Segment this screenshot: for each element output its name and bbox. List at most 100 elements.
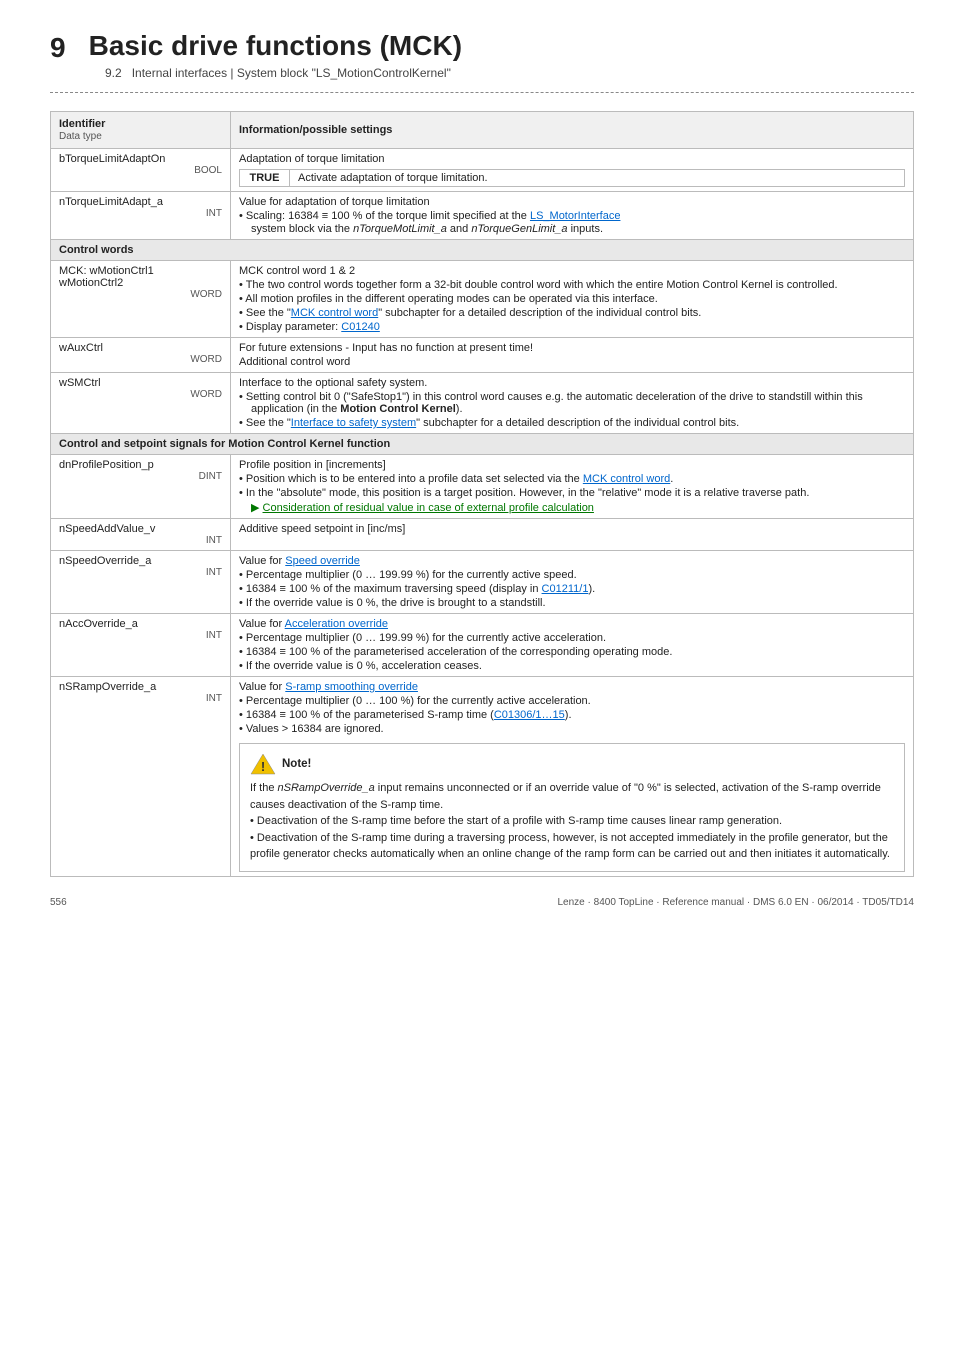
sub-heading-text: Internal interfaces | System block "LS_M…: [132, 66, 451, 80]
identifier-cell: nAccOverride_aINT: [51, 614, 231, 677]
inline-link[interactable]: MCK control word: [291, 307, 378, 319]
identifier-cell: MCK: wMotionCtrl1wMotionCtrl2WORD: [51, 261, 231, 338]
inline-link[interactable]: C01306/1…15: [494, 709, 565, 721]
table-header-row: Identifier Data type Information/possibl…: [51, 112, 914, 149]
bullet-item: • Values > 16384 are ignored.: [239, 723, 905, 735]
identifier-cell: wSMCtrlWORD: [51, 373, 231, 434]
info-title: Value for S-ramp smoothing override: [239, 681, 905, 693]
link-bullet-link[interactable]: Consideration of residual value in case …: [263, 502, 594, 514]
bullet-item: • In the "absolute" mode, this position …: [239, 487, 905, 499]
bullet-item: • Percentage multiplier (0 … 199.99 %) f…: [239, 569, 905, 581]
info-title: For future extensions - Input has no fun…: [239, 342, 905, 354]
table-row: bTorqueLimitAdaptOnBOOL Adaptation of tor…: [51, 149, 914, 192]
identifier-cell: dnProfilePosition_pDINT: [51, 455, 231, 519]
true-value: Activate adaptation of torque limitation…: [290, 170, 905, 187]
identifier-name: nSpeedAddValue_v: [59, 523, 155, 535]
section-label: Control and setpoint signals for Motion …: [51, 434, 914, 455]
table-row: nSpeedOverride_aINT Value for Speed over…: [51, 551, 914, 614]
link-bullet-item: ▶ Consideration of residual value in cas…: [239, 501, 905, 514]
info-cell: Additive speed setpoint in [inc/ms]: [231, 519, 914, 551]
identifier-cell: nSpeedAddValue_vINT: [51, 519, 231, 551]
italic-text: nTorqueGenLimit_a: [471, 223, 567, 235]
info-title: Adaptation of torque limitation: [239, 153, 905, 165]
identifier-name: nSRampOverride_a: [59, 681, 156, 693]
warning-icon: !: [250, 752, 276, 776]
true-row: TRUEActivate adaptation of torque limita…: [240, 170, 905, 187]
bullet-item: • Display parameter: C01240: [239, 321, 905, 333]
section-divider: [50, 92, 914, 93]
inline-link[interactable]: C01211/1: [542, 583, 589, 595]
bullet-item: • The two control words together form a …: [239, 279, 905, 291]
data-type: INT: [59, 535, 222, 546]
identifier-cell: nSRampOverride_aINT: [51, 677, 231, 877]
chapter-title: Basic drive functions (MCK): [89, 30, 462, 62]
data-type: WORD: [59, 354, 222, 365]
info-cell: MCK control word 1 & 2 • The two control…: [231, 261, 914, 338]
bullet-item: • Scaling: 16384 ≡ 100 % of the torque l…: [239, 210, 905, 222]
bullet-item: • 16384 ≡ 100 % of the maximum traversin…: [239, 583, 905, 595]
page-header: 9 Basic drive functions (MCK) 9.2 Intern…: [50, 30, 914, 80]
identifier-name: nTorqueLimitAdapt_a: [59, 196, 163, 208]
info-title: Interface to the optional safety system.: [239, 377, 905, 389]
info-cell: Value for S-ramp smoothing override • Pe…: [231, 677, 914, 877]
bullet-item: • If the override value is 0 %, the driv…: [239, 597, 905, 609]
bullet-item: • All motion profiles in the different o…: [239, 293, 905, 305]
note-title: Note!: [282, 758, 311, 770]
bullet-item: • See the "Interface to safety system" s…: [239, 417, 905, 429]
table-row: nSRampOverride_aINT Value for S-ramp smo…: [51, 677, 914, 877]
table-row: nTorqueLimitAdapt_aINT Value for adaptat…: [51, 192, 914, 240]
bullet-item: • 16384 ≡ 100 % of the parameterised acc…: [239, 646, 905, 658]
identifier-name: bTorqueLimitAdaptOn: [59, 153, 165, 165]
info-link[interactable]: S-ramp smoothing override: [285, 681, 418, 693]
info-cell: Value for Acceleration override • Percen…: [231, 614, 914, 677]
data-type: INT: [59, 208, 222, 219]
info-cell: Value for adaptation of torque limitatio…: [231, 192, 914, 240]
info-title: Value for Acceleration override: [239, 618, 905, 630]
page-number: 556: [50, 897, 67, 908]
page-footer: 556 Lenze · 8400 TopLine · Reference man…: [50, 897, 914, 908]
bullet-item: • Percentage multiplier (0 … 100 %) for …: [239, 695, 905, 707]
section-label: Control words: [51, 240, 914, 261]
svg-text:!: !: [261, 759, 265, 774]
identifier-cell: bTorqueLimitAdaptOnBOOL: [51, 149, 231, 192]
info-title: Profile position in [increments]: [239, 459, 905, 471]
data-type: INT: [59, 693, 222, 704]
table-row: dnProfilePosition_pDINT Profile position…: [51, 455, 914, 519]
inline-link[interactable]: Interface to safety system: [291, 417, 416, 429]
main-table: Identifier Data type Information/possibl…: [50, 111, 914, 877]
table-row: wSMCtrlWORD Interface to the optional sa…: [51, 373, 914, 434]
section-header-row: Control words: [51, 240, 914, 261]
table-row: nAccOverride_aINT Value for Acceleration…: [51, 614, 914, 677]
bullet-item: • Percentage multiplier (0 … 199.99 %) f…: [239, 632, 905, 644]
bullet-sub: system block via the nTorqueMotLimit_a a…: [239, 223, 905, 235]
bullet-item: • If the override value is 0 %, accelera…: [239, 660, 905, 672]
chapter-number: 9: [50, 32, 66, 64]
inline-link[interactable]: LS_MotorInterface: [530, 210, 621, 222]
identifier-cell: nSpeedOverride_aINT: [51, 551, 231, 614]
identifier-name: nAccOverride_a: [59, 618, 138, 630]
info-title: MCK control word 1 & 2: [239, 265, 905, 277]
identifier-name: wAuxCtrl: [59, 342, 103, 354]
true-table: TRUEActivate adaptation of torque limita…: [239, 169, 905, 187]
data-type: WORD: [59, 289, 222, 300]
data-type: INT: [59, 630, 222, 641]
info-cell: Interface to the optional safety system.…: [231, 373, 914, 434]
info-title: Additive speed setpoint in [inc/ms]: [239, 523, 905, 535]
note-box: ! Note! If the nSRampOverride_a input re…: [239, 743, 905, 872]
inline-link[interactable]: MCK control word: [583, 473, 670, 485]
identifier-name: wSMCtrl: [59, 377, 101, 389]
identifier-cell: nTorqueLimitAdapt_aINT: [51, 192, 231, 240]
info-cell: For future extensions - Input has no fun…: [231, 338, 914, 373]
data-type: INT: [59, 567, 222, 578]
info-cell: Profile position in [increments] • Posit…: [231, 455, 914, 519]
data-type: BOOL: [59, 165, 222, 176]
plain-item: Additional control word: [239, 356, 905, 368]
table-row: wAuxCtrlWORD For future extensions - Inpu…: [51, 338, 914, 373]
info-link[interactable]: Acceleration override: [285, 618, 388, 630]
identifier-cell: wAuxCtrlWORD: [51, 338, 231, 373]
inline-link[interactable]: C01240: [341, 321, 380, 333]
bold-text: Motion Control Kernel: [340, 403, 456, 415]
warning-triangle-svg: !: [250, 752, 276, 776]
info-link[interactable]: Speed override: [285, 555, 360, 567]
bullet-item: • 16384 ≡ 100 % of the parameterised S-r…: [239, 709, 905, 721]
